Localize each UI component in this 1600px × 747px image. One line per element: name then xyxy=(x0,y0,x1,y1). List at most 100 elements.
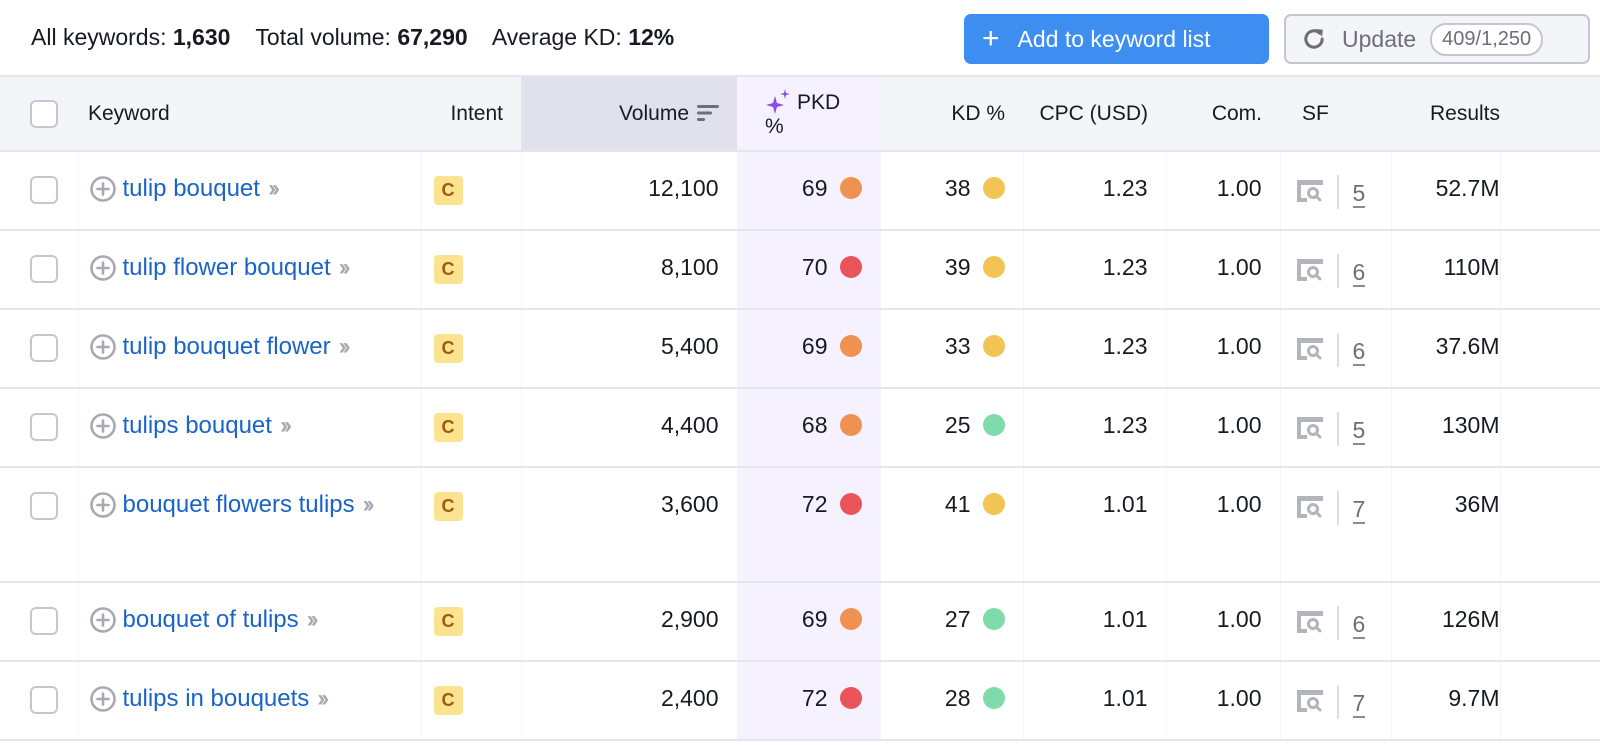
row-checkbox[interactable] xyxy=(30,413,58,441)
serp-features-count[interactable]: 7 xyxy=(1352,690,1366,718)
com-cell: 1.00 xyxy=(1165,309,1280,388)
keyword-details-chevron-icon[interactable]: ›› xyxy=(268,175,280,202)
row-checkbox[interactable] xyxy=(30,255,58,283)
column-header-results[interactable]: Results xyxy=(1391,77,1500,152)
column-header-keyword[interactable]: Keyword xyxy=(78,77,421,152)
sort-descending-icon[interactable] xyxy=(697,104,719,122)
add-keyword-icon[interactable] xyxy=(89,175,117,203)
serp-features-icon[interactable] xyxy=(1295,688,1325,714)
divider xyxy=(1336,175,1339,209)
keyword-details-chevron-icon[interactable]: ›› xyxy=(317,685,329,712)
select-all-cell xyxy=(0,77,78,152)
add-keyword-icon[interactable] xyxy=(89,685,117,713)
intent-cell: C xyxy=(420,582,521,661)
column-header-com[interactable]: Com. xyxy=(1166,77,1280,152)
column-header-cpc[interactable]: CPC (USD) xyxy=(1023,77,1166,152)
row-select-cell xyxy=(0,467,78,582)
keyword-details-chevron-icon[interactable]: ›› xyxy=(307,606,319,633)
serp-features-icon[interactable] xyxy=(1295,415,1325,441)
keyword-details-chevron-icon[interactable]: ›› xyxy=(280,412,292,439)
update-button[interactable]: Update 409/1,250 xyxy=(1284,14,1590,64)
keyword-link[interactable]: tulips in bouquets ›› xyxy=(123,681,330,717)
intent-cell: C xyxy=(420,388,521,467)
column-header-pkd[interactable]: PKD % xyxy=(737,77,880,152)
serp-features-icon[interactable] xyxy=(1295,494,1325,520)
intent-badge: C xyxy=(433,492,463,521)
serp-features-count[interactable]: 6 xyxy=(1352,259,1366,287)
spacer-cell xyxy=(1499,467,1600,582)
keyword-details-chevron-icon[interactable]: ›› xyxy=(363,491,375,518)
row-checkbox[interactable] xyxy=(30,492,58,520)
serp-features-count[interactable]: 5 xyxy=(1352,180,1366,208)
serp-features-icon[interactable] xyxy=(1295,257,1325,283)
keyword-link[interactable]: tulip bouquet flower ›› xyxy=(123,329,351,365)
pkd-value: 69 xyxy=(801,333,828,359)
sf-cell: 5 xyxy=(1279,388,1391,467)
serp-features-count[interactable]: 7 xyxy=(1352,496,1366,524)
add-to-keyword-list-button[interactable]: + Add to keyword list xyxy=(964,14,1269,64)
cpc-cell: 1.01 xyxy=(1022,582,1166,661)
results-cell: 130M xyxy=(1390,388,1500,467)
table-header: Keyword Intent Volume PKD % KD % CPC (US… xyxy=(0,77,1600,152)
serp-features-count[interactable]: 5 xyxy=(1352,417,1366,445)
keyword-link[interactable]: tulip bouquet ›› xyxy=(123,171,280,207)
all-keywords-value: 1,630 xyxy=(172,24,231,50)
select-all-checkbox[interactable] xyxy=(30,99,58,128)
row-checkbox[interactable] xyxy=(30,686,58,714)
sf-cell: 6 xyxy=(1279,230,1391,309)
row-checkbox[interactable] xyxy=(30,607,58,635)
refresh-icon xyxy=(1304,29,1324,49)
column-header-kd[interactable]: KD % xyxy=(880,77,1023,152)
keyword-wrap: bouquet flowers tulips ›› xyxy=(89,491,403,523)
keyword-link[interactable]: bouquet flowers tulips ›› xyxy=(123,487,375,523)
table-row: tulip bouquet ›› C 12,100 69 38 1.23 1.00… xyxy=(0,151,1600,230)
serp-features-icon[interactable] xyxy=(1295,609,1325,635)
keyword-link[interactable]: tulip flower bouquet ›› xyxy=(123,250,351,286)
summary-bar: All keywords: 1,630 Total volume: 67,290… xyxy=(0,0,1600,77)
divider xyxy=(1336,606,1339,640)
keyword-link[interactable]: tulips bouquet ›› xyxy=(123,408,292,444)
row-select-cell xyxy=(0,582,78,661)
row-checkbox[interactable] xyxy=(30,334,58,362)
intent-badge: C xyxy=(433,255,463,284)
intent-badge: C xyxy=(433,413,463,442)
table-row: bouquet flowers tulips ›› C 3,600 72 41 1… xyxy=(0,467,1600,582)
keywords-table: Keyword Intent Volume PKD % KD % CPC (US… xyxy=(0,77,1600,741)
com-cell: 1.00 xyxy=(1165,467,1280,582)
keyword-cell: tulip bouquet ›› xyxy=(77,151,421,230)
serp-features-icon[interactable] xyxy=(1295,178,1325,204)
row-select-cell xyxy=(0,151,78,230)
sf-cell: 5 xyxy=(1279,151,1391,230)
row-checkbox[interactable] xyxy=(30,176,58,204)
keyword-details-chevron-icon[interactable]: ›› xyxy=(339,254,351,281)
keyword-details-chevron-icon[interactable]: ›› xyxy=(339,333,351,360)
table-row: bouquet of tulips ›› C 2,900 69 27 1.01 1… xyxy=(0,582,1600,661)
column-header-sf[interactable]: SF xyxy=(1280,77,1391,152)
serp-features-count[interactable]: 6 xyxy=(1352,611,1366,639)
serp-features-count[interactable]: 6 xyxy=(1352,338,1366,366)
keyword-wrap: tulip flower bouquet ›› xyxy=(89,254,403,286)
column-header-volume[interactable]: Volume xyxy=(521,77,737,152)
add-keyword-icon[interactable] xyxy=(89,491,117,519)
serp-features-icon[interactable] xyxy=(1295,336,1325,362)
add-keyword-icon[interactable] xyxy=(89,333,117,361)
keyword-link[interactable]: bouquet of tulips ›› xyxy=(123,602,319,638)
add-keyword-icon[interactable] xyxy=(89,412,117,440)
add-keyword-icon[interactable] xyxy=(89,606,117,634)
keyword-cell: bouquet of tulips ›› xyxy=(77,582,421,661)
add-keyword-icon[interactable] xyxy=(89,254,117,282)
volume-cell: 12,100 xyxy=(520,151,737,230)
sf-cell: 7 xyxy=(1279,467,1391,582)
com-cell: 1.00 xyxy=(1165,388,1280,467)
keyword-wrap: tulip bouquet ›› xyxy=(89,175,403,207)
keyword-stats: All keywords: 1,630 Total volume: 67,290… xyxy=(31,24,693,51)
column-header-intent[interactable]: Intent xyxy=(421,77,521,152)
intent-badge: C xyxy=(433,334,463,363)
keyword-wrap: bouquet of tulips ›› xyxy=(89,606,403,638)
pkd-cell: 69 xyxy=(736,151,880,230)
volume-cell: 2,900 xyxy=(520,582,737,661)
table-row: tulip bouquet flower ›› C 5,400 69 33 1.2… xyxy=(0,309,1600,388)
kd-cell: 25 xyxy=(879,388,1023,467)
kd-difficulty-dot xyxy=(982,608,1005,630)
average-kd-value: 12% xyxy=(628,24,675,50)
